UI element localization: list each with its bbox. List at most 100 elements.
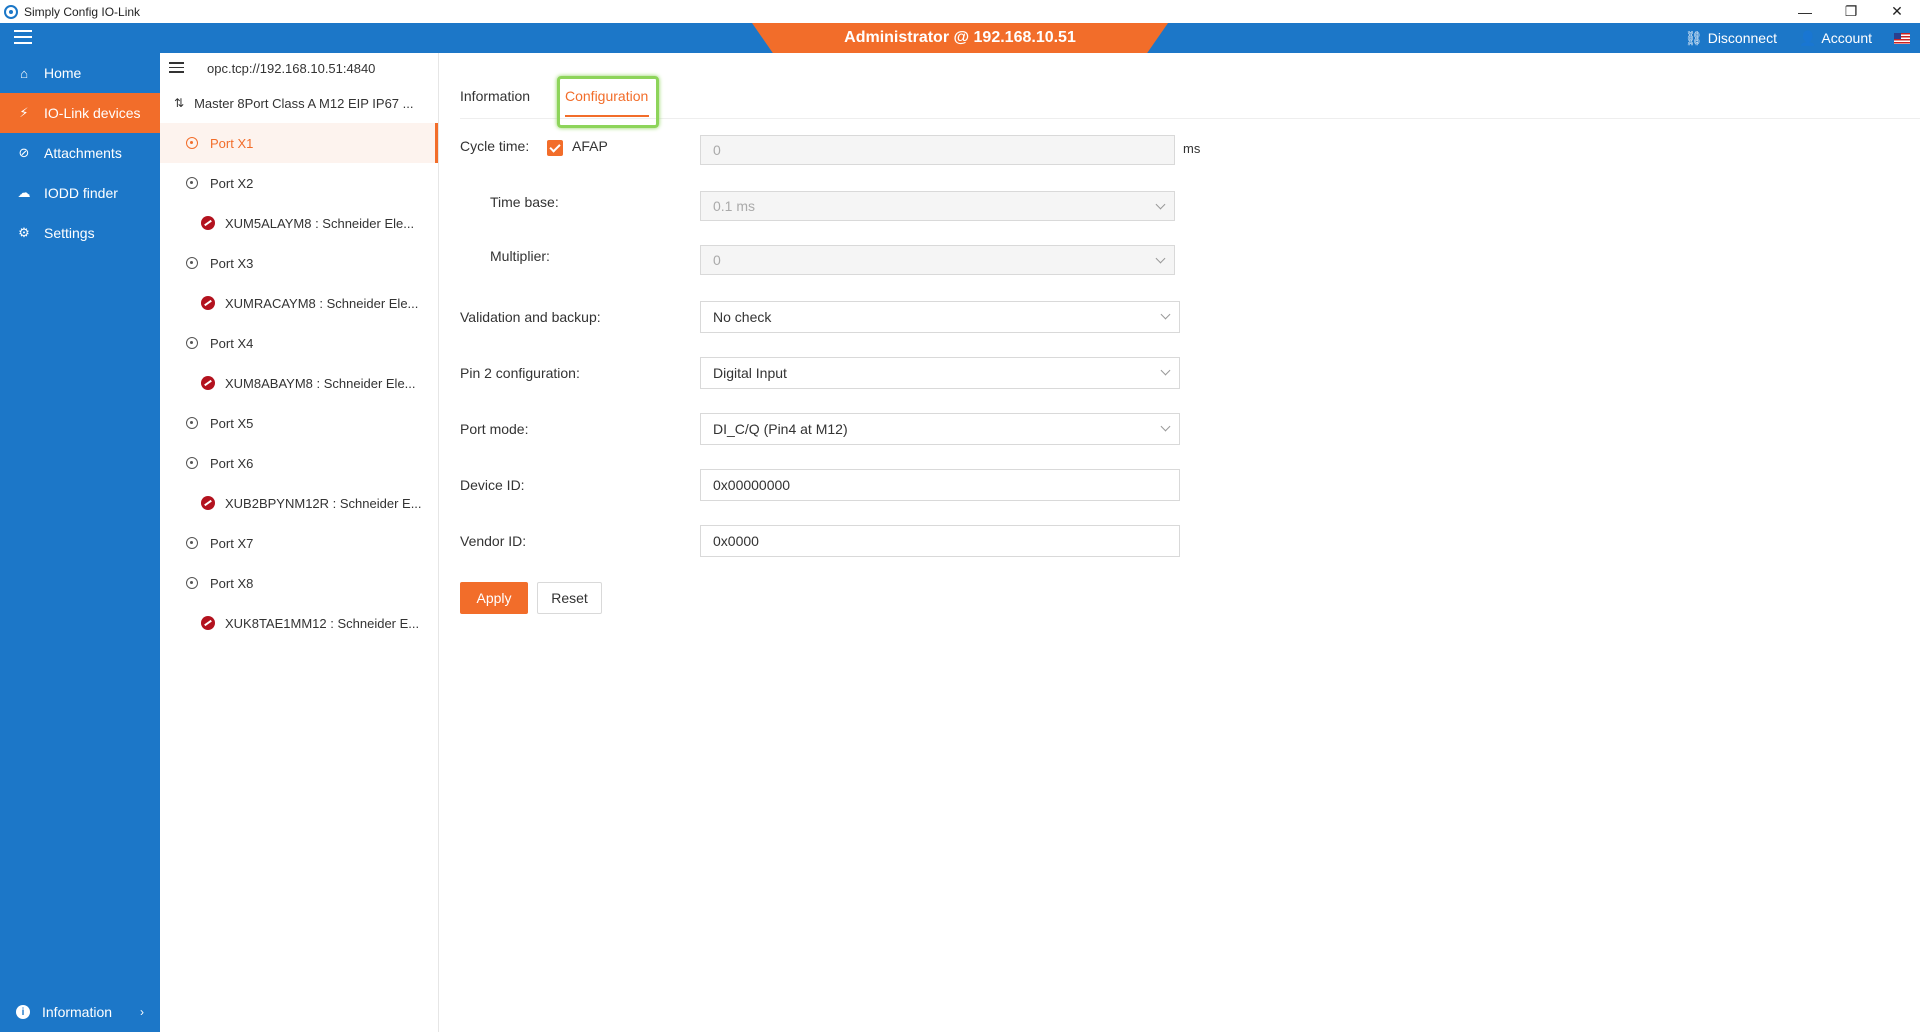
sidebar-item-settings[interactable]: ⚙ Settings [0,213,160,253]
tree-port-x7[interactable]: Port X7 [160,523,438,563]
schneider-device-icon [201,296,215,310]
afap-checkbox[interactable] [547,140,563,156]
vendor-id-input[interactable]: 0x0000 [700,525,1180,557]
device-id-label: Device ID: [460,477,525,493]
tree-header: opc.tcp://192.168.10.51:4840 [160,53,438,83]
multiplier-select[interactable]: 0 [700,245,1175,275]
chevron-down-icon [1155,253,1166,264]
disconnect-label: Disconnect [1707,30,1777,46]
vendor-id-value: 0x0000 [713,533,759,549]
port-icon [186,457,198,469]
reset-button[interactable]: Reset [537,582,602,614]
account-button[interactable]: 👤 Account [1799,30,1872,47]
afap-label: AFAP [572,138,608,154]
close-button[interactable]: ✕ [1874,0,1920,23]
tab-bar: Information Configuration [460,53,1920,128]
pin2-select[interactable]: Digital Input [700,357,1180,389]
apply-button[interactable]: Apply [460,582,528,614]
window-titlebar: Simply Config IO-Link — ❐ ✕ [0,0,1920,23]
chevron-right-icon: › [140,1005,144,1019]
tree-port-x3[interactable]: Port X3 [160,243,438,283]
tree-port-x2[interactable]: Port X2 [160,163,438,203]
sidebar-item-label: Attachments [44,145,122,161]
us-flag-icon[interactable] [1894,32,1910,44]
tree-master-node[interactable]: ⇅ Master 8Port Class A M12 EIP IP67 ... [160,83,438,123]
port-icon [186,417,198,429]
validation-value: No check [713,309,772,325]
menu-collapse-icon[interactable] [14,30,32,46]
time-base-select[interactable]: 0.1 ms [700,191,1175,221]
tree-port-x4[interactable]: Port X4 [160,323,438,363]
minimize-button[interactable]: — [1782,0,1828,23]
tab-information[interactable]: Information [460,88,530,104]
pin2-value: Digital Input [713,365,787,381]
sidebar-information[interactable]: i Information › [0,992,160,1032]
tree-device-node[interactable]: XUK8TAE1MM12 : Schneider E... [160,603,438,643]
tree-device-node[interactable]: XUB2BPYNM12R : Schneider E... [160,483,438,523]
chevron-down-icon [1160,365,1171,376]
tree-row-label: Port X7 [210,535,254,551]
tree-row-label: Port X4 [210,335,254,351]
master-device-icon: ⇅ [174,96,185,110]
tree-device-node[interactable]: XUM5ALAYM8 : Schneider Ele... [160,203,438,243]
time-base-value: 0.1 ms [713,198,756,214]
unlink-icon: ⛓ [1684,29,1703,46]
port-icon [186,137,198,149]
validation-select[interactable]: No check [700,301,1180,333]
tree-row-label: XUM5ALAYM8 : Schneider Ele... [225,215,415,231]
tree-device-node[interactable]: XUM8ABAYM8 : Schneider Ele... [160,363,438,403]
multiplier-label: Multiplier: [490,248,550,264]
sidebar-item-attachments[interactable]: ⊘ Attachments [0,133,160,173]
window-controls: — ❐ ✕ [1782,0,1920,23]
vendor-id-label: Vendor ID: [460,533,527,549]
cycle-time-input[interactable]: 0 [700,135,1175,165]
device-id-input[interactable]: 0x00000000 [700,469,1180,501]
chevron-down-icon [1160,421,1171,432]
chevron-down-icon [1160,309,1171,320]
sidebar-item-iodd-finder[interactable]: ☁ IODD finder [0,173,160,213]
sidebar-item-home[interactable]: ⌂ Home [0,53,160,93]
port-mode-select[interactable]: DI_C/Q (Pin4 at M12) [700,413,1180,445]
tree-menu-icon[interactable] [169,62,184,74]
tree-port-x6[interactable]: Port X6 [160,443,438,483]
maximize-button[interactable]: ❐ [1828,0,1874,23]
window-title: Simply Config IO-Link [24,4,141,19]
port-mode-label: Port mode: [460,421,529,437]
tree-row-label: Port X6 [210,455,254,471]
tree-port-x5[interactable]: Port X5 [160,403,438,443]
chevron-down-icon [1155,199,1166,210]
tree-row-label: Port X3 [210,255,254,271]
disconnect-button[interactable]: ⛓ Disconnect [1685,30,1777,47]
port-icon [186,537,198,549]
port-icon [186,577,198,589]
top-bar: Administrator @ 192.168.10.51 ⛓ Disconne… [0,23,1920,53]
user-icon: 👤 [1798,29,1817,46]
port-icon [186,177,198,189]
sidebar-item-io-link-devices[interactable]: ⚡ IO-Link devices [0,93,160,133]
schneider-device-icon [201,376,215,390]
info-icon: i [16,1005,30,1019]
paperclip-icon: ⊘ [18,145,30,160]
device-tree: opc.tcp://192.168.10.51:4840 ⇅ Master 8P… [160,53,439,1032]
connection-url: opc.tcp://192.168.10.51:4840 [207,60,376,76]
tree-row-label: XUK8TAE1MM12 : Schneider E... [225,615,420,631]
schneider-device-icon [201,216,215,230]
pin2-label: Pin 2 configuration: [460,365,580,381]
port-icon [186,257,198,269]
plug-icon: ⚡ [19,105,29,120]
cycle-time-unit: ms [1183,141,1201,156]
tree-port-x1[interactable]: Port X1 [160,123,438,163]
tree-row-label: XUM8ABAYM8 : Schneider Ele... [225,375,416,391]
tree-row-label: Port X2 [210,175,254,191]
cycle-time-value: 0 [713,142,721,158]
port-icon [186,337,198,349]
tree-port-x8[interactable]: Port X8 [160,563,438,603]
account-label: Account [1821,30,1872,46]
main-content: Information Configuration Cycle time: AF… [440,53,1920,1032]
port-mode-value: DI_C/Q (Pin4 at M12) [713,421,848,437]
home-icon: ⌂ [20,65,28,81]
gear-icon: ⚙ [18,225,30,240]
sidebar-item-label: IODD finder [44,185,118,201]
tree-device-node[interactable]: XUMRACAYM8 : Schneider Ele... [160,283,438,323]
tab-highlight-frame [557,76,659,128]
